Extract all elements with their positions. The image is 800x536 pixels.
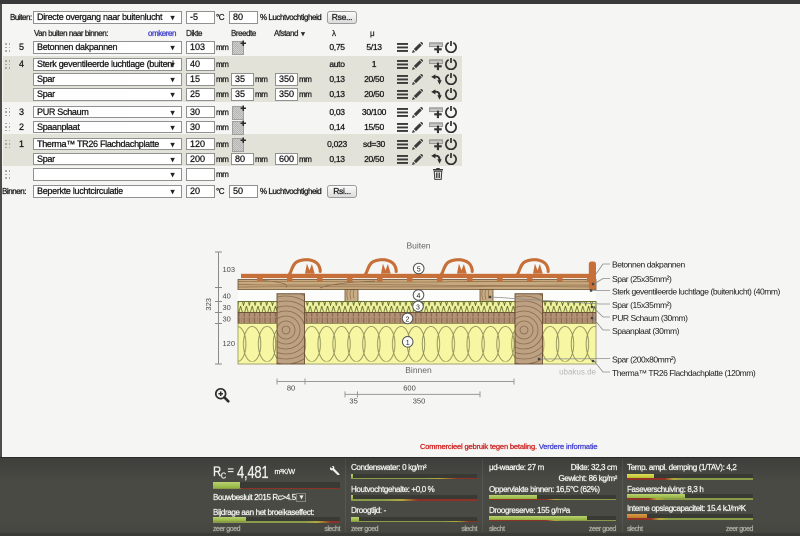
svg-text:2: 2 — [406, 316, 410, 323]
svg-text:103: 103 — [223, 265, 236, 274]
svg-text:3: 3 — [416, 304, 420, 311]
svg-text:4: 4 — [417, 293, 421, 300]
svg-text:Spaanplaat (30mm): Spaanplaat (30mm) — [612, 326, 680, 336]
svg-text:30: 30 — [223, 315, 231, 324]
svg-text:30: 30 — [223, 303, 231, 312]
svg-text:Buiten: Buiten — [406, 241, 430, 251]
svg-text:Therma™ TR26 Flachdachplatte (: Therma™ TR26 Flachdachplatte (120mm) — [612, 368, 756, 378]
svg-text:PUR Schaum (30mm): PUR Schaum (30mm) — [612, 313, 688, 323]
svg-text:Betonnen dakpannen: Betonnen dakpannen — [612, 259, 685, 269]
svg-text:Binnen: Binnen — [405, 365, 432, 375]
svg-text:600: 600 — [403, 384, 416, 393]
svg-text:35: 35 — [349, 396, 357, 405]
svg-text:5: 5 — [417, 267, 421, 274]
svg-text:350: 350 — [413, 396, 426, 405]
svg-text:Spar (15x35mm²): Spar (15x35mm²) — [612, 300, 672, 310]
svg-text:80: 80 — [287, 384, 295, 393]
svg-text:120: 120 — [223, 339, 236, 348]
svg-text:ubakus.de: ubakus.de — [559, 368, 596, 377]
svg-text:40: 40 — [223, 292, 231, 301]
svg-text:323: 323 — [204, 298, 213, 311]
svg-text:1: 1 — [406, 340, 410, 347]
svg-text:Sterk geventileerde luchtlage: Sterk geventileerde luchtlage (buitenluc… — [612, 286, 781, 296]
svg-text:Spar (200x80mm²): Spar (200x80mm²) — [612, 354, 676, 364]
svg-text:Spar (25x35mm²): Spar (25x35mm²) — [612, 274, 672, 284]
